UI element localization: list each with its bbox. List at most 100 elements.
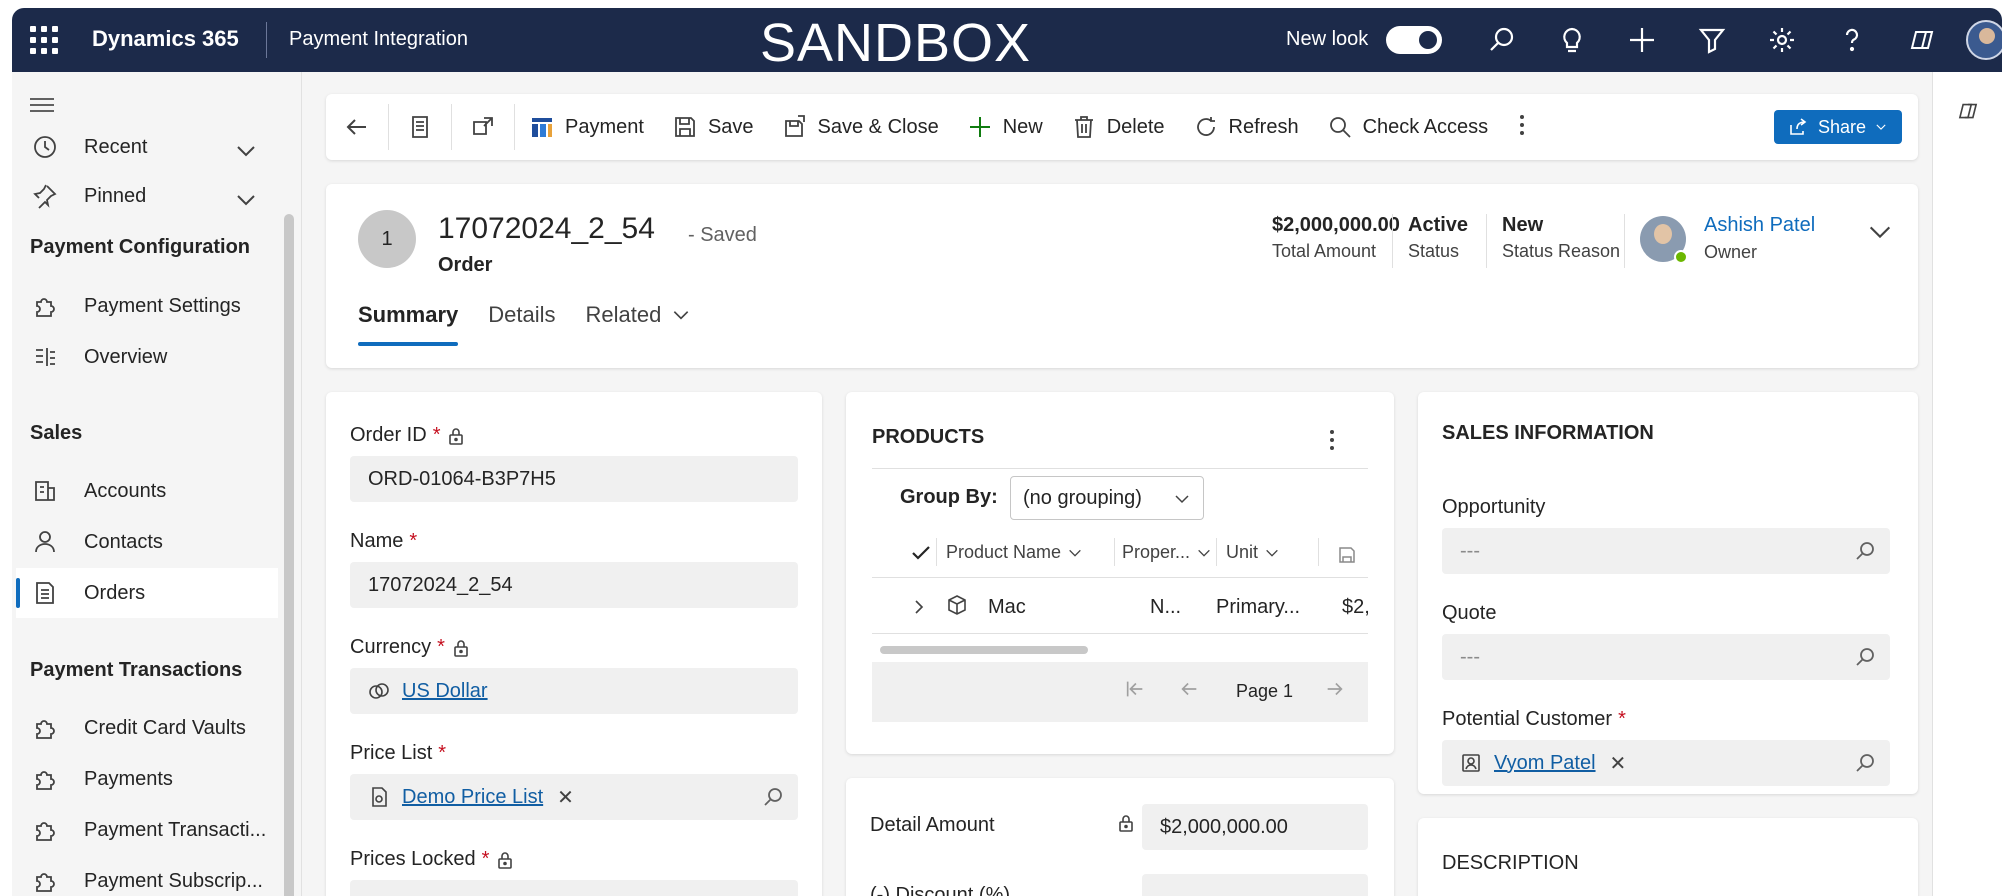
open-in-new-window-button[interactable] — [452, 94, 514, 160]
sidebar-item-payments[interactable]: Payments — [16, 754, 278, 804]
price-list-link[interactable]: Demo Price List — [402, 786, 543, 809]
check-access-button[interactable]: Check Access — [1313, 94, 1503, 160]
column-header-unit[interactable]: Unit — [1226, 542, 1280, 563]
copilot-icon[interactable] — [1906, 24, 1938, 56]
sales-information-title: SALES INFORMATION — [1442, 422, 1654, 444]
more-commands-button[interactable] — [1502, 94, 1544, 160]
payment-button[interactable]: Payment — [515, 94, 658, 160]
currency-link[interactable]: US Dollar — [402, 680, 488, 703]
delete-button[interactable]: Delete — [1057, 94, 1179, 160]
required-asterisk: * — [1618, 708, 1626, 730]
search-icon[interactable] — [1486, 24, 1518, 56]
detail-amount-field[interactable]: $2,000,000.00 — [1142, 804, 1368, 850]
sales-information-card: SALES INFORMATION Opportunity --- Quote … — [1418, 392, 1918, 794]
search-icon[interactable] — [1854, 646, 1876, 668]
trash-icon — [1074, 116, 1093, 138]
sidebar-item-overview[interactable]: Overview — [16, 332, 278, 382]
sidebar-scrollbar[interactable] — [284, 214, 294, 896]
remove-customer-icon[interactable]: ✕ — [1610, 751, 1627, 776]
currency-field[interactable]: US Dollar — [350, 668, 798, 714]
opportunity-field[interactable]: --- — [1442, 528, 1890, 574]
share-button[interactable]: Share — [1774, 110, 1902, 144]
column-header-property[interactable]: Proper... — [1122, 542, 1212, 563]
property-cell: N... — [1150, 596, 1182, 618]
copilot-icon[interactable] — [1955, 98, 1981, 124]
first-page-icon[interactable] — [1124, 678, 1146, 700]
select-all-checkmark-icon[interactable] — [910, 542, 932, 564]
prices-locked-field[interactable] — [350, 880, 798, 896]
sidebar-item-payment-settings[interactable]: Payment Settings — [16, 281, 278, 331]
check-access-button-label: Check Access — [1362, 115, 1489, 138]
potential-customer-link[interactable]: Vyom Patel — [1494, 752, 1596, 775]
sidebar-item-payment-subscriptions[interactable]: Payment Subscrip... — [16, 856, 278, 896]
magnifier-person-icon — [1329, 117, 1351, 138]
user-avatar[interactable] — [1966, 20, 2002, 60]
refresh-button[interactable]: Refresh — [1179, 94, 1313, 160]
sidebar-item-contacts[interactable]: Contacts — [16, 517, 278, 567]
more-vertical-icon[interactable] — [1330, 430, 1336, 454]
search-icon[interactable] — [1854, 752, 1876, 774]
filter-icon[interactable] — [1696, 24, 1728, 56]
sidebar-item-payment-transactions[interactable]: Payment Transacti... — [16, 805, 278, 855]
lightbulb-icon[interactable] — [1556, 24, 1588, 56]
group-by-select[interactable]: (no grouping) — [1010, 476, 1204, 520]
back-arrow-icon — [346, 119, 366, 135]
detail-amount-label: Detail Amount — [870, 814, 995, 836]
sidebar-item-accounts[interactable]: Accounts — [16, 466, 278, 516]
app-name[interactable]: Payment Integration — [289, 28, 468, 51]
next-page-icon[interactable] — [1324, 678, 1346, 700]
sidebar-item-credit-card-vaults[interactable]: Credit Card Vaults — [16, 703, 278, 753]
opportunity-value: --- — [1460, 539, 1480, 562]
table-row[interactable]: Mac N... Primary... $2, — [872, 578, 1370, 634]
expand-header-chevron-icon[interactable] — [1866, 218, 1894, 251]
currency-label: Currency * — [350, 636, 469, 659]
help-icon[interactable] — [1836, 24, 1868, 56]
form-view-button[interactable] — [389, 94, 451, 160]
save-close-button[interactable]: Save & Close — [768, 94, 953, 160]
potential-customer-field[interactable]: Vyom Patel ✕ — [1442, 740, 1890, 786]
gear-icon[interactable] — [1766, 24, 1798, 56]
order-id-field[interactable]: ORD-01064-B3P7H5 — [350, 456, 798, 502]
header-field-total-amount: $2,000,000.00 Total Amount — [1272, 214, 1400, 262]
plus-icon[interactable] — [1626, 24, 1658, 56]
previous-page-icon[interactable] — [1178, 678, 1200, 700]
puzzle-icon — [30, 291, 60, 321]
tab-related[interactable]: Related — [586, 302, 692, 346]
search-icon[interactable] — [762, 786, 784, 808]
price-list-field[interactable]: Demo Price List ✕ — [350, 774, 798, 820]
new-button[interactable]: New — [953, 94, 1057, 160]
quote-field[interactable]: --- — [1442, 634, 1890, 680]
environment-banner: SANDBOX — [760, 13, 1032, 73]
search-icon[interactable] — [1854, 540, 1876, 562]
chevron-down-icon[interactable] — [234, 188, 258, 218]
column-header-label: Unit — [1226, 542, 1259, 562]
sidebar-item-pinned[interactable]: Pinned — [16, 174, 278, 218]
sidebar-item-recent[interactable]: Recent — [16, 125, 278, 169]
pop-out-icon — [473, 117, 493, 135]
owner-name-link[interactable]: Ashish Patel — [1704, 214, 1815, 237]
status-label: Status — [1408, 241, 1460, 261]
name-field[interactable]: 17072024_2_54 — [350, 562, 798, 608]
sidebar-item-orders[interactable]: Orders — [16, 568, 278, 618]
products-subgrid-card: PRODUCTS Group By: (no grouping) Product… — [846, 392, 1394, 754]
remove-price-list-icon[interactable]: ✕ — [557, 785, 574, 810]
product-name-cell[interactable]: Mac — [988, 596, 1026, 619]
expand-row-chevron-icon[interactable] — [910, 598, 928, 616]
chevron-down-icon[interactable] — [234, 139, 258, 169]
tab-summary[interactable]: Summary — [358, 302, 459, 346]
tab-details[interactable]: Details — [488, 302, 555, 346]
save-button[interactable]: Save — [658, 94, 768, 160]
product-brand[interactable]: Dynamics 365 — [92, 26, 239, 52]
sidebar-item-label: Orders — [84, 581, 146, 604]
horizontal-scrollbar[interactable] — [880, 646, 1088, 654]
sidebar-group-sales: Sales — [30, 422, 83, 444]
new-look-toggle[interactable] — [1386, 26, 1442, 54]
back-button[interactable] — [326, 94, 388, 160]
column-header-product-name[interactable]: Product Name — [946, 542, 1083, 563]
discount-field[interactable]: --- — [1142, 874, 1368, 896]
hamburger-menu-icon[interactable] — [30, 98, 54, 116]
group-by-label: Group By: — [900, 486, 998, 508]
chevron-down-icon — [1876, 124, 1886, 130]
sidebar-item-label: Payment Subscrip... — [84, 869, 263, 892]
app-launcher-icon[interactable] — [30, 26, 58, 54]
